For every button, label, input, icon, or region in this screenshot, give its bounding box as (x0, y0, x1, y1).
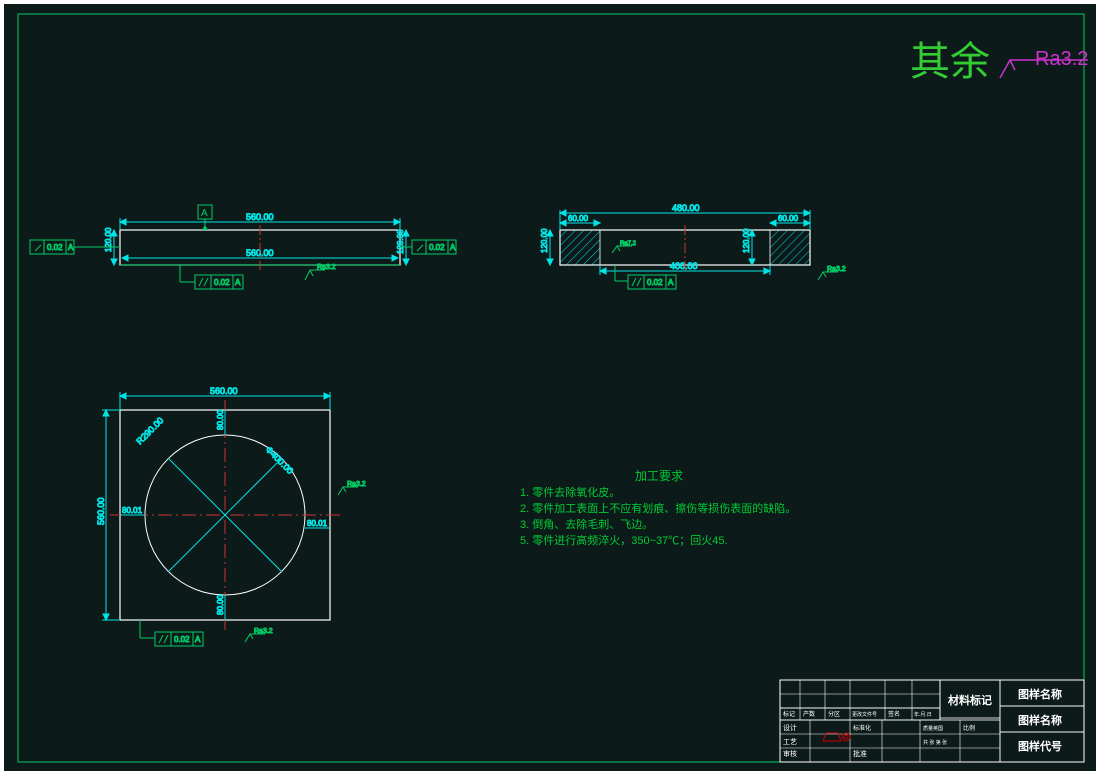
svg-text:更改文件号: 更改文件号 (852, 711, 877, 718)
surface-finish-ra: Ra3.2 (1035, 48, 1088, 70)
svg-text:560.00: 560.00 (96, 497, 106, 525)
svg-text:Ra3.2: Ra3.2 (317, 264, 336, 271)
svg-text:图样名称: 图样名称 (1018, 713, 1062, 727)
svg-text:A: A (668, 278, 674, 287)
svg-text:0.02: 0.02 (174, 635, 190, 644)
svg-text:560.00: 560.00 (210, 386, 238, 396)
view-top: A 560.00 560.00 120.00 (30, 205, 456, 289)
svg-text:工艺: 工艺 (783, 738, 797, 746)
svg-text:0.02: 0.02 (47, 243, 63, 252)
surface-symbol-icon (1000, 60, 1030, 78)
svg-text:年.月.日: 年.月.日 (914, 711, 932, 718)
svg-text:标记: 标记 (783, 710, 795, 718)
outer-border (2, 2, 1098, 773)
svg-text:比例: 比例 (963, 724, 975, 732)
req-item: 5. 零件进行高频淬火，350~37℃；回火45. (520, 533, 728, 547)
svg-text:Ra3.2: Ra3.2 (347, 481, 366, 488)
svg-text:图样代号: 图样代号 (1018, 739, 1062, 753)
svg-text:480.00: 480.00 (672, 203, 700, 213)
svg-text:80.00: 80.00 (216, 409, 225, 430)
svg-text:120.00: 120.00 (540, 228, 549, 253)
dim-height-left: 120.00 (104, 227, 117, 265)
svg-text:400.00: 400.00 (670, 261, 698, 271)
req-item: 3. 倒角、去除毛刺、飞边。 (520, 517, 653, 531)
svg-text:审核: 审核 (783, 749, 797, 758)
svg-text:签名: 签名 (888, 710, 900, 718)
req-item: 1. 零件去除氧化皮。 (520, 485, 620, 499)
svg-text:标准化: 标准化 (853, 724, 871, 732)
svg-text:共 张 第 张: 共 张 第 张 (923, 739, 947, 746)
cad-drawing: 其余 Ra3.2 A 560.00 560 (0, 0, 1100, 775)
svg-text:0.02: 0.02 (647, 278, 663, 287)
view-plan: R290.00 Φ400.00 560.00 560.00 80.00 80.0… (96, 386, 366, 646)
svg-text:Ra3.2: Ra3.2 (254, 628, 273, 635)
view-side: 480.00 60.00 60.00 400.00 120.00 120.00 (540, 203, 846, 289)
svg-text:分区: 分区 (828, 710, 840, 718)
datum-a: A (198, 205, 212, 230)
svg-text:120.00: 120.00 (104, 227, 113, 252)
svg-text:设计: 设计 (783, 723, 797, 732)
svg-text:560.00: 560.00 (246, 212, 274, 222)
svg-text:R290.00: R290.00 (134, 415, 165, 446)
svg-text:120.00: 120.00 (396, 229, 405, 254)
svg-text:Ra7.2: Ra7.2 (620, 241, 637, 247)
tolerance-flatness-right: 0.02 A (400, 240, 456, 254)
svg-text:120.00: 120.00 (742, 228, 751, 253)
svg-text:A: A (450, 243, 456, 252)
svg-text:A: A (201, 208, 208, 219)
inner-border (18, 14, 1084, 762)
surface-ra-bottom: Ra3.2 (305, 264, 336, 280)
svg-text:图样名称: 图样名称 (1018, 687, 1062, 701)
svg-text:材料标记: 材料标记 (948, 693, 992, 707)
req-item: 2. 零件加工表面上不应有划痕、擦伤等损伤表面的缺陷。 (520, 501, 796, 515)
svg-text:0.02: 0.02 (214, 278, 230, 287)
svg-text:A: A (195, 635, 201, 644)
svg-text:60.00: 60.00 (778, 214, 799, 223)
svg-text:A: A (235, 278, 241, 287)
surface-finish-text: 其余 (910, 40, 990, 84)
svg-text:80.00: 80.00 (216, 594, 225, 615)
svg-text:0.02: 0.02 (429, 243, 445, 252)
svg-text:质量英国: 质量英国 (923, 725, 943, 732)
surface-finish-note: 其余 Ra3.2 (910, 40, 1088, 84)
requirements-title: 加工要求 (635, 469, 683, 483)
requirements-block: 加工要求 1. 零件去除氧化皮。 2. 零件加工表面上不应有划痕、擦伤等损伤表面… (520, 469, 796, 547)
svg-text:批准: 批准 (853, 749, 867, 758)
svg-text:A: A (68, 243, 74, 252)
svg-text:60.00: 60.00 (568, 214, 589, 223)
svg-text:产数: 产数 (803, 710, 815, 718)
title-block: 图样名称 图样名称 图样代号 材料标记 标记 产数 分区 更改文件号 签名 年.… (780, 680, 1084, 762)
svg-text:80.01: 80.01 (307, 519, 328, 528)
svg-text:Ra3.2: Ra3.2 (827, 266, 846, 273)
svg-text:80.01: 80.01 (122, 506, 143, 515)
tolerance-parallel-bottom: 0.02 A (180, 265, 243, 289)
